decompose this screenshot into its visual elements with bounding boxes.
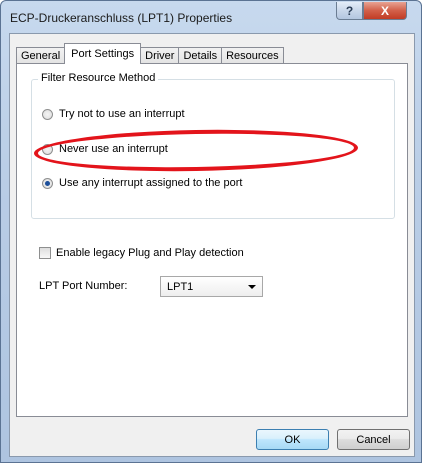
filter-resource-legend: Filter Resource Method [38,72,159,84]
ok-button[interactable]: OK [256,429,329,450]
tab-details[interactable]: Details [178,47,223,64]
close-button[interactable]: X [363,2,407,20]
radio-label: Try not to use an interrupt [59,108,185,120]
lpt-port-value: LPT1 [167,280,194,293]
radio-try-not-interrupt[interactable]: Try not to use an interrupt [42,108,185,120]
chevron-down-icon[interactable] [248,285,256,289]
window-title: ECP-Druckeranschluss (LPT1) Properties [10,11,233,25]
lpt-port-select[interactable]: LPT1 [160,276,263,297]
title-bar[interactable]: ECP-Druckeranschluss (LPT1) Properties ?… [1,1,421,33]
legacy-pnp-checkbox[interactable] [39,247,51,259]
radio-use-any-interrupt[interactable]: Use any interrupt assigned to the port [42,177,242,189]
radio-label: Use any interrupt assigned to the port [59,177,243,189]
legacy-pnp-label: Enable legacy Plug and Play detection [56,247,244,259]
radio-button-selected-icon[interactable] [42,177,53,189]
dialog-client-area: General Port Settings Driver Details Res… [9,33,415,457]
tab-driver[interactable]: Driver [140,47,180,64]
properties-window: ECP-Druckeranschluss (LPT1) Properties ?… [0,0,422,463]
tab-port-settings[interactable]: Port Settings [64,43,142,64]
help-button[interactable]: ? [336,2,363,20]
tab-strip: General Port Settings Driver Details Res… [16,42,284,64]
tab-resources[interactable]: Resources [221,47,284,64]
cancel-button[interactable]: Cancel [337,429,410,450]
port-settings-panel: Filter Resource Method Try not to use an… [16,63,408,417]
legacy-pnp-checkbox-row[interactable]: Enable legacy Plug and Play detection [39,247,244,259]
radio-dot-icon [45,180,50,186]
radio-button-icon[interactable] [42,108,53,120]
tab-general[interactable]: General [16,47,66,64]
lpt-port-label: LPT Port Number: [39,280,128,292]
